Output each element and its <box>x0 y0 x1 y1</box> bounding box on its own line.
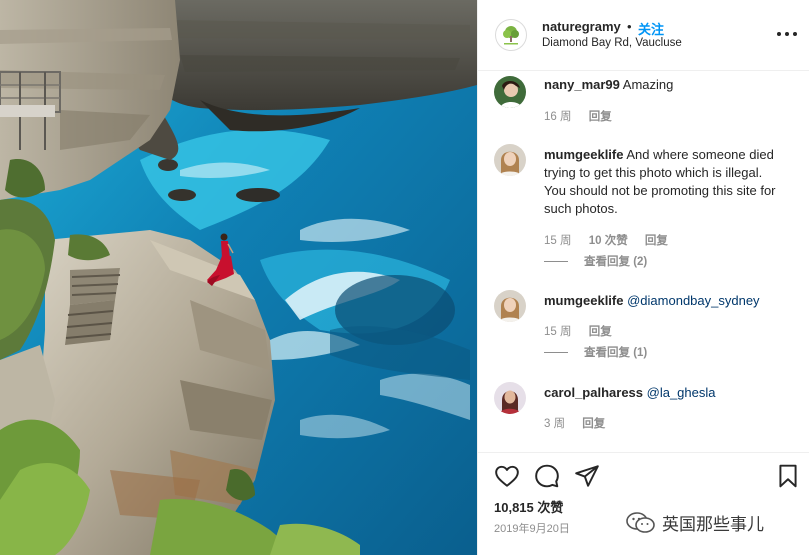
cliff-ocean-photo <box>0 0 477 555</box>
post-actions: 10,815 次赞 2019年9月20日 英国那些事儿 <box>478 452 809 555</box>
follow-button[interactable]: 关注 <box>638 19 664 38</box>
tree-logo-icon <box>503 26 519 45</box>
comment-likes[interactable]: 10 次赞 <box>589 235 628 247</box>
instagram-post-view: naturegramy • 关注 Diamond Bay Rd, Vauclus… <box>0 0 809 555</box>
reply-button[interactable]: 回复 <box>589 326 612 338</box>
author-avatar[interactable] <box>495 19 527 51</box>
post-date[interactable]: 2019年9月20日 <box>494 520 570 536</box>
more-options-icon[interactable] <box>775 24 799 44</box>
view-replies-button[interactable]: 查看回复 (1) <box>544 344 647 360</box>
comment-time[interactable]: 15 周 <box>544 326 572 338</box>
post-location[interactable]: Diamond Bay Rd, Vaucluse <box>542 37 682 49</box>
view-replies-label: 查看回复 (1) <box>584 347 648 359</box>
comment-meta: 3 周 回复 <box>544 415 619 431</box>
likes-count[interactable]: 10,815 次赞 <box>494 497 563 516</box>
comment-meta: 15 周 10 次赞 回复 <box>544 232 682 248</box>
reply-button[interactable]: 回复 <box>582 418 605 430</box>
comment-mention[interactable]: @la_ghesla <box>647 385 716 400</box>
comment-time[interactable]: 15 周 <box>544 235 572 247</box>
commenter-avatar[interactable] <box>494 76 526 108</box>
comment-bubble-icon[interactable] <box>534 463 560 489</box>
comment-username[interactable]: carol_palharess <box>544 385 643 400</box>
source-watermark: 英国那些事儿 <box>626 510 764 535</box>
reply-button[interactable]: 回复 <box>645 235 668 247</box>
post-header: naturegramy • 关注 Diamond Bay Rd, Vauclus… <box>478 0 809 71</box>
commenter-avatar[interactable] <box>494 144 526 176</box>
reply-button[interactable]: 回复 <box>589 111 612 123</box>
divider-line <box>544 352 568 354</box>
paper-plane-icon[interactable] <box>574 463 600 489</box>
heart-icon[interactable] <box>494 463 520 489</box>
view-replies-label: 查看回复 (2) <box>584 256 648 268</box>
view-replies-button[interactable]: 查看回复 (2) <box>544 253 647 269</box>
comment-username[interactable]: mumgeeklife <box>544 147 623 162</box>
separator-dot: • <box>627 19 632 34</box>
comment-meta: 15 周 回复 <box>544 323 626 339</box>
comment-meta: 16 周 回复 <box>544 108 626 124</box>
wechat-icon <box>626 511 655 533</box>
bookmark-icon[interactable] <box>775 463 801 489</box>
comment-time[interactable]: 16 周 <box>544 111 572 123</box>
commenter-avatar[interactable] <box>494 382 526 414</box>
comment-body: Amazing <box>622 77 674 92</box>
divider-line <box>544 261 568 263</box>
post-sidebar: naturegramy • 关注 Diamond Bay Rd, Vauclus… <box>477 0 809 555</box>
comment-username[interactable]: nany_mar99 <box>544 77 620 92</box>
watermark-text: 英国那些事儿 <box>662 515 764 534</box>
comment-username[interactable]: mumgeeklife <box>544 293 623 308</box>
commenter-avatar[interactable] <box>494 290 526 322</box>
comment-time[interactable]: 3 周 <box>544 418 565 430</box>
author-username[interactable]: naturegramy <box>542 19 621 34</box>
comment-mention[interactable]: @diamondbay_sydney <box>627 293 759 308</box>
post-photo[interactable] <box>0 0 477 555</box>
